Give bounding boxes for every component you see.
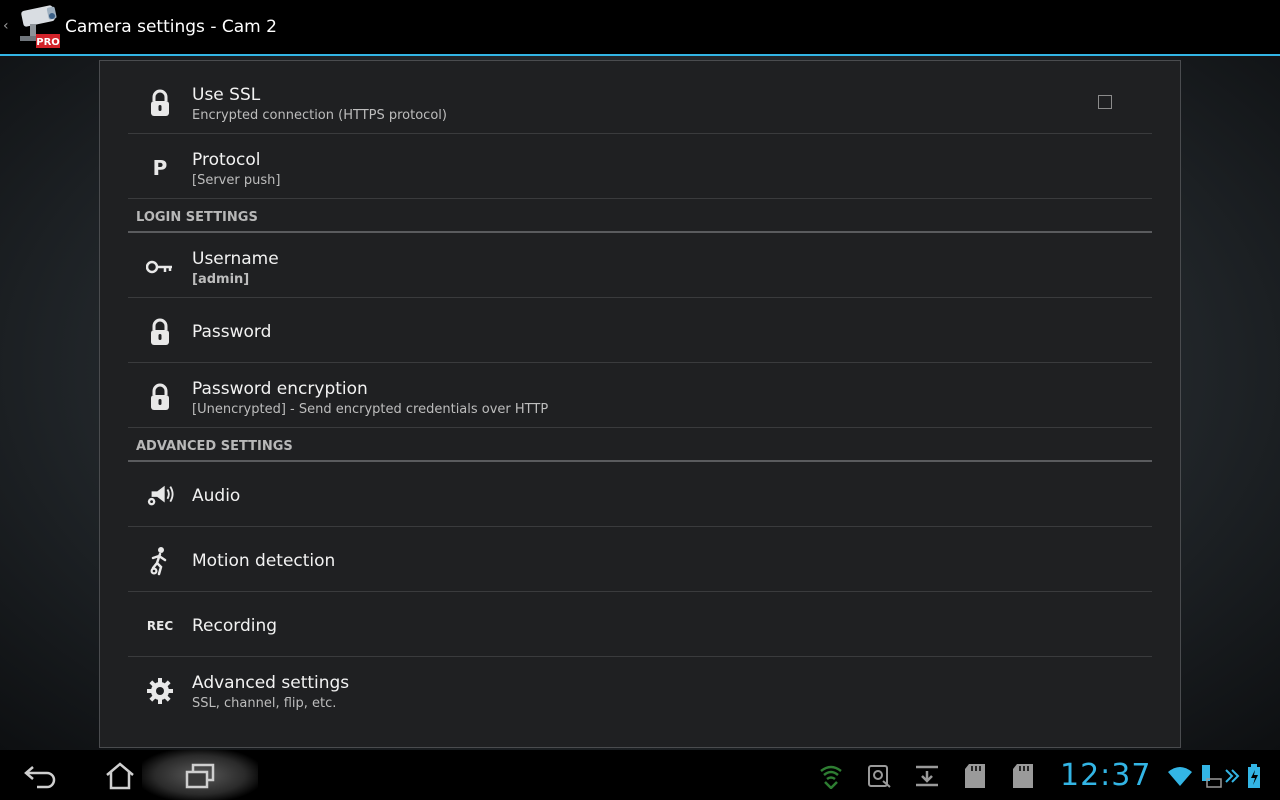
shield-icon[interactable]	[817, 763, 845, 789]
up-caret[interactable]: ‹	[3, 18, 9, 34]
action-bar: ‹ PRO Camera settings - Cam 2	[0, 0, 1280, 54]
wifi-icon[interactable]	[1166, 763, 1194, 789]
setting-title: Password encryption	[192, 379, 368, 399]
setting-use-ssl[interactable]: Use SSL Encrypted connection (HTTPS prot…	[128, 69, 1152, 134]
setting-summary: Encrypted connection (HTTPS protocol)	[192, 108, 447, 123]
use-ssl-checkbox[interactable]	[1098, 95, 1112, 109]
category-login-settings: LOGIN SETTINGS	[128, 199, 1152, 233]
setting-audio[interactable]: Audio	[128, 462, 1152, 527]
back-icon[interactable]	[18, 758, 62, 794]
status-clock[interactable]: 12:37	[1060, 758, 1151, 793]
protocol-icon: P	[152, 156, 168, 180]
lock-icon	[146, 383, 174, 411]
more-icon[interactable]	[1224, 763, 1240, 789]
sdcard-icon[interactable]	[961, 763, 989, 789]
lock-icon	[146, 318, 174, 346]
setting-username[interactable]: Username [admin]	[128, 233, 1152, 298]
setting-title: Advanced settings	[192, 673, 350, 693]
setting-title: Protocol	[192, 150, 261, 170]
home-icon[interactable]	[98, 758, 142, 794]
sdcard-icon[interactable]	[1009, 763, 1037, 789]
category-label: ADVANCED SETTINGS	[136, 439, 293, 454]
setting-title: Use SSL	[192, 85, 261, 105]
setting-summary: SSL, channel, flip, etc.	[192, 696, 337, 711]
category-label: LOGIN SETTINGS	[136, 210, 258, 225]
setting-title: Audio	[192, 486, 241, 506]
lock-icon	[146, 89, 174, 117]
settings-panel: Use SSL Encrypted connection (HTTPS prot…	[99, 60, 1181, 748]
page-title: Camera settings - Cam 2	[65, 17, 277, 37]
setting-motion-detection[interactable]: Motion detection	[128, 527, 1152, 592]
recent-apps-icon[interactable]	[178, 758, 222, 794]
key-icon	[146, 253, 174, 281]
setting-title: Username	[192, 249, 279, 269]
usb-debug-icon[interactable]	[865, 763, 893, 789]
battery-icon[interactable]	[1244, 763, 1264, 789]
rec-icon: REC	[146, 619, 174, 633]
svg-text:PRO: PRO	[36, 37, 60, 48]
gear-icon	[146, 677, 174, 705]
settings-list: Use SSL Encrypted connection (HTTPS prot…	[128, 69, 1152, 721]
setting-password-encryption[interactable]: Password encryption [Unencrypted] - Send…	[128, 363, 1152, 428]
setting-advanced-settings[interactable]: Advanced settings SSL, channel, flip, et…	[128, 657, 1152, 721]
setting-protocol[interactable]: P Protocol [Server push]	[128, 134, 1152, 199]
app-camera-icon[interactable]: PRO	[14, 4, 62, 50]
keyboard-battery-icon[interactable]	[1196, 763, 1224, 789]
setting-summary: [admin]	[192, 272, 250, 287]
setting-title: Password	[192, 322, 272, 342]
setting-recording[interactable]: REC Recording	[128, 592, 1152, 657]
setting-title: Recording	[192, 616, 278, 636]
setting-password[interactable]: Password	[128, 298, 1152, 363]
running-man-icon	[146, 547, 174, 576]
download-icon[interactable]	[913, 763, 941, 789]
setting-summary: [Unencrypted] - Send encrypted credentia…	[192, 402, 549, 417]
setting-title: Motion detection	[192, 551, 336, 571]
setting-summary: [Server push]	[192, 173, 281, 188]
category-advanced-settings: ADVANCED SETTINGS	[128, 428, 1152, 462]
speaker-gear-icon	[146, 482, 174, 510]
